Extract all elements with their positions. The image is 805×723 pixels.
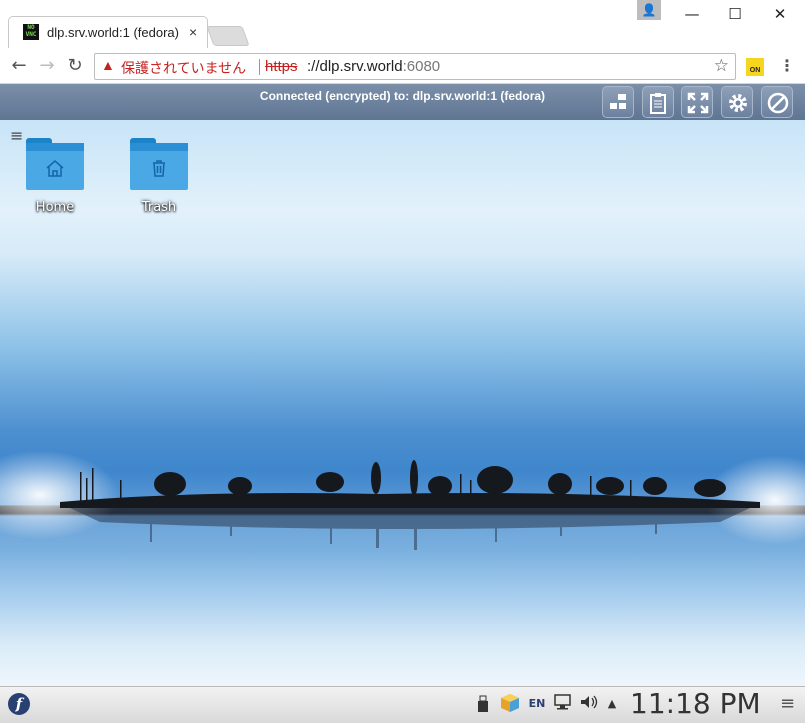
trash-folder-icon (130, 138, 188, 190)
desktop-icon-trash[interactable]: Trash (114, 138, 204, 216)
omnibox-separator (259, 59, 260, 75)
desktop-icon-label: Trash (141, 200, 177, 215)
reload-button[interactable]: ↻ (63, 54, 87, 78)
keyboard-icon (610, 94, 626, 109)
wallpaper-treeline (60, 460, 760, 550)
forward-button[interactable]: → (35, 54, 59, 78)
tab-close-icon[interactable]: × (189, 24, 197, 40)
new-tab-button[interactable] (206, 26, 250, 46)
browser-toolbar: ← → ↻ ▲ 保護されていません https ://dlp.srv.world… (0, 50, 805, 84)
fedora-menu-icon[interactable]: f (8, 693, 30, 715)
address-bar[interactable]: ▲ 保護されていません https ://dlp.srv.world:6080 … (94, 53, 736, 80)
disconnect-icon (767, 92, 789, 114)
desktop-icon-label: Home (35, 200, 75, 215)
remote-desktop[interactable]: ≡ Home Trash (0, 120, 805, 686)
disconnect-button[interactable] (761, 86, 793, 118)
profile-icon[interactable]: 👤 (637, 0, 661, 20)
tab-title: dlp.srv.world:1 (fedora) (47, 25, 179, 40)
security-warning-text: 保護されていません (121, 60, 247, 76)
browser-menu-button[interactable]: ⋮ (779, 56, 795, 76)
gear-icon (729, 94, 747, 112)
extension-icon[interactable]: ON (746, 58, 764, 76)
clock[interactable]: 11:18 PM (630, 688, 761, 720)
usb-icon[interactable] (476, 693, 490, 715)
clipboard-icon (650, 93, 666, 114)
warning-icon: ▲ (101, 57, 115, 73)
package-icon[interactable] (499, 693, 521, 715)
language-indicator[interactable]: EN (527, 693, 547, 715)
window-close-button[interactable]: ✕ (765, 2, 795, 26)
bottom-panel: f EN ▲ 11:18 PM ≡ (0, 686, 805, 723)
fullscreen-button[interactable] (681, 86, 713, 118)
novnc-icon: NO VNC (23, 24, 39, 40)
url-host: ://dlp.srv.world:6080 (307, 58, 440, 75)
url-scheme: https (265, 58, 298, 75)
minimize-button[interactable]: — (677, 2, 707, 26)
network-icon[interactable] (552, 693, 574, 715)
desktop-icon-home[interactable]: Home (10, 138, 100, 216)
system-menu-arrow-icon[interactable]: ▲ (604, 693, 620, 715)
bookmark-star-icon[interactable]: ☆ (714, 56, 729, 76)
fullscreen-icon (687, 92, 709, 114)
browser-tab[interactable]: NO VNC dlp.srv.world:1 (fedora) × (8, 16, 208, 48)
volume-icon[interactable] (578, 693, 600, 715)
clipboard-button[interactable] (642, 86, 674, 118)
url-host-name: ://dlp.srv.world (307, 58, 403, 75)
novnc-control-bar: Connected (encrypted) to: dlp.srv.world:… (0, 84, 805, 120)
browser-titlebar: NO VNC dlp.srv.world:1 (fedora) × 👤 — ☐ ✕ (0, 0, 805, 50)
settings-button[interactable] (721, 86, 753, 118)
maximize-button[interactable]: ☐ (720, 2, 750, 26)
back-button[interactable]: ← (7, 54, 31, 78)
home-folder-icon (26, 138, 84, 190)
url-port: :6080 (402, 58, 441, 75)
extra-keys-button[interactable] (602, 86, 634, 118)
panel-menu-icon[interactable]: ≡ (780, 694, 795, 714)
